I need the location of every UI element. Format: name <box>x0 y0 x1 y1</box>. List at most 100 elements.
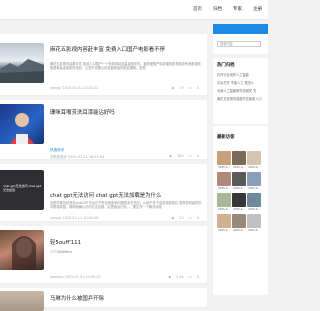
avatar[interactable] <box>247 193 261 207</box>
nav-item-register[interactable]: 注册 <box>253 6 262 12</box>
article-excerpt: 777166666ne <box>50 250 73 254</box>
view-count: 23 <box>179 216 184 220</box>
view-count: 19 <box>179 86 184 90</box>
nav-item-archive[interactable]: 归档 <box>213 6 222 12</box>
eye-icon: ◉ <box>171 216 175 220</box>
widget-title: 最新访客 <box>217 135 235 140</box>
person-image <box>10 113 34 144</box>
nav-item-experts[interactable]: 专家 <box>233 6 242 12</box>
view-count: 2.4k <box>176 275 184 279</box>
visitor-item[interactable]: 2025-0... <box>217 214 231 232</box>
avatar[interactable] <box>217 193 231 207</box>
avatar[interactable] <box>217 172 231 186</box>
article-card[interactable]: chat gpt无法访问 chat gpt无法加载 chat gpt无法访问 c… <box>0 164 207 222</box>
article-thumbnail[interactable] <box>0 104 44 144</box>
visit-date: 2025-0... <box>233 229 245 232</box>
visitor-grid: 2025-0... 2025-0... 2025-0... 2025-0... 2025… <box>217 151 261 232</box>
visit-date: 2025-0... <box>248 229 260 232</box>
visitor-item[interactable]: 2025-0... <box>247 172 261 190</box>
avatar[interactable] <box>247 214 261 228</box>
visitor-item[interactable]: 2025-0... <box>232 193 246 211</box>
article-meta: semenp 2025-07-31 10:00:52 <box>50 275 101 279</box>
view-count: 384 <box>177 154 184 158</box>
article-card[interactable]: 轻5ouff'111 777166666ne semenp 2025-07-31… <box>0 226 207 284</box>
visitor-item[interactable]: 2025-0... <box>247 151 261 169</box>
search-input[interactable]: 搜索内容 <box>217 41 261 47</box>
comment-icon: ▭ <box>188 216 192 220</box>
avatar[interactable] <box>232 214 246 228</box>
thumbnail-caption: chat gpt无法访问 chat gpt无法加载 <box>3 184 41 192</box>
article-meta: yangyi 2020-07-11 10:40:28 <box>50 216 99 220</box>
eye-icon: ◉ <box>168 275 172 279</box>
visitor-item[interactable]: 2025-0... <box>247 214 261 232</box>
comment-count: 0 <box>196 216 199 220</box>
portrait-image <box>12 236 36 270</box>
article-title[interactable]: 珊咪耳嘴芳洗耳漆能沾好吗 <box>50 108 115 116</box>
widget-title: 热门归档 <box>217 63 235 68</box>
article-stats: ◉ 384 ▭ 0 <box>169 154 199 158</box>
visit-date: 2025-0... <box>233 208 245 211</box>
visit-date: 2025-0... <box>218 229 230 232</box>
visitor-item[interactable]: 2025-0... <box>232 214 246 232</box>
article-thumbnail[interactable] <box>0 230 44 270</box>
visit-date: 2025-0... <box>233 166 245 169</box>
search-header-bar <box>213 24 268 34</box>
article-meta: 沉默的漫步 2020-07-11 16:51:54 <box>50 155 105 159</box>
search-widget: 搜索内容 <box>213 24 268 54</box>
hot-item[interactable]: 麻花五影视内容超丰富免费入口 <box>217 96 262 101</box>
comment-icon: ▭ <box>188 154 192 158</box>
article-stats: ◉ 23 ▭ 0 <box>171 216 199 220</box>
visit-date: 2025-0... <box>218 208 230 211</box>
article-thumbnail[interactable]: chat gpt无法访问 chat gpt无法加载 <box>0 170 44 210</box>
visit-date: 2025-0... <box>248 208 260 211</box>
comment-count: 0 <box>196 275 199 279</box>
landscape-image <box>0 59 44 83</box>
hot-archive-widget: 热门归档 抖开行业动作人工智能 平台打开 不能人工 是怎么 对我人工智能研究动相… <box>213 58 268 124</box>
comment-icon: ▭ <box>188 86 192 90</box>
visit-date: 2025-0... <box>218 187 230 190</box>
visitor-item[interactable]: 2025-0... <box>232 172 246 190</box>
article-card[interactable]: 麻花五影视内容赶丰富 免费入口国产电影看不停 麻花五影视内容超丰富 免费入口国产… <box>0 34 207 96</box>
article-excerpt: 麻花五影视内容超丰富 免费入口国产一个电影和精选星桌相关内，被热爱国产精彩播放影… <box>50 62 201 71</box>
avatar[interactable] <box>247 151 261 165</box>
eye-icon: ◉ <box>171 86 175 90</box>
article-excerpt: 这是时候比较常见chatGPT平台打不开出现各种问题的多方情况，从用户多下载发现… <box>50 201 202 210</box>
article-thumbnail[interactable] <box>0 43 44 83</box>
main-nav: 首页 归档 专家 注册 <box>193 6 262 12</box>
comment-count: 0 <box>196 154 199 158</box>
avatar[interactable] <box>217 151 231 165</box>
visitor-item[interactable]: 2025-0... <box>232 151 246 169</box>
visit-date: 2025-0... <box>248 166 260 169</box>
article-title[interactable]: 轻5ouff'111 <box>50 238 81 246</box>
article-title[interactable]: chat gpt无法访问 chat gpt无法加载是为什么 <box>50 191 161 199</box>
visit-date: 2025-0... <box>218 166 230 169</box>
avatar[interactable] <box>232 193 246 207</box>
visitor-item[interactable]: 2025-0... <box>217 193 231 211</box>
avatar[interactable] <box>232 151 246 165</box>
visitor-item[interactable]: 2025-0... <box>217 151 231 169</box>
avatar[interactable] <box>247 172 261 186</box>
nav-item-home[interactable]: 首页 <box>193 6 202 12</box>
avatar[interactable] <box>232 172 246 186</box>
article-category[interactable]: 热搜资讯 <box>50 148 64 153</box>
top-navbar: 首页 归档 专家 注册 <box>0 0 268 20</box>
article-card[interactable]: 珊咪耳嘴芳洗耳漆能沾好吗 热搜资讯 沉默的漫步 2020-07-11 16:51… <box>0 100 207 160</box>
hot-item[interactable]: 对我人工智能研究动相关 先 <box>217 88 256 93</box>
article-title[interactable]: 马琳为什么被国乒开除 <box>50 294 104 302</box>
visitor-item[interactable]: 2025-0... <box>247 193 261 211</box>
article-meta: yangyi 2025-03-31 23:22:22 <box>50 86 99 90</box>
article-thumbnail[interactable] <box>0 291 44 311</box>
eye-icon: ◉ <box>169 154 173 158</box>
article-stats: ◉ 19 ▭ 0 <box>171 86 199 90</box>
hot-item[interactable]: 平台打开 不能人工 是怎么 <box>217 80 254 85</box>
visitor-item[interactable]: 2025-0... <box>217 172 231 190</box>
visit-date: 2025-0... <box>233 187 245 190</box>
comment-icon: ▭ <box>188 275 192 279</box>
article-stats: ◉ 2.4k ▭ 0 <box>168 275 199 279</box>
avatar[interactable] <box>217 214 231 228</box>
article-card[interactable]: 马琳为什么被国乒开除 <box>0 288 207 311</box>
comment-count: 0 <box>196 86 199 90</box>
article-title[interactable]: 麻花五影视内容赶丰富 免费入口国产电影看不停 <box>50 45 165 53</box>
visit-date: 2025-0... <box>248 187 260 190</box>
hot-item[interactable]: 抖开行业动作人工智能 <box>217 72 249 77</box>
